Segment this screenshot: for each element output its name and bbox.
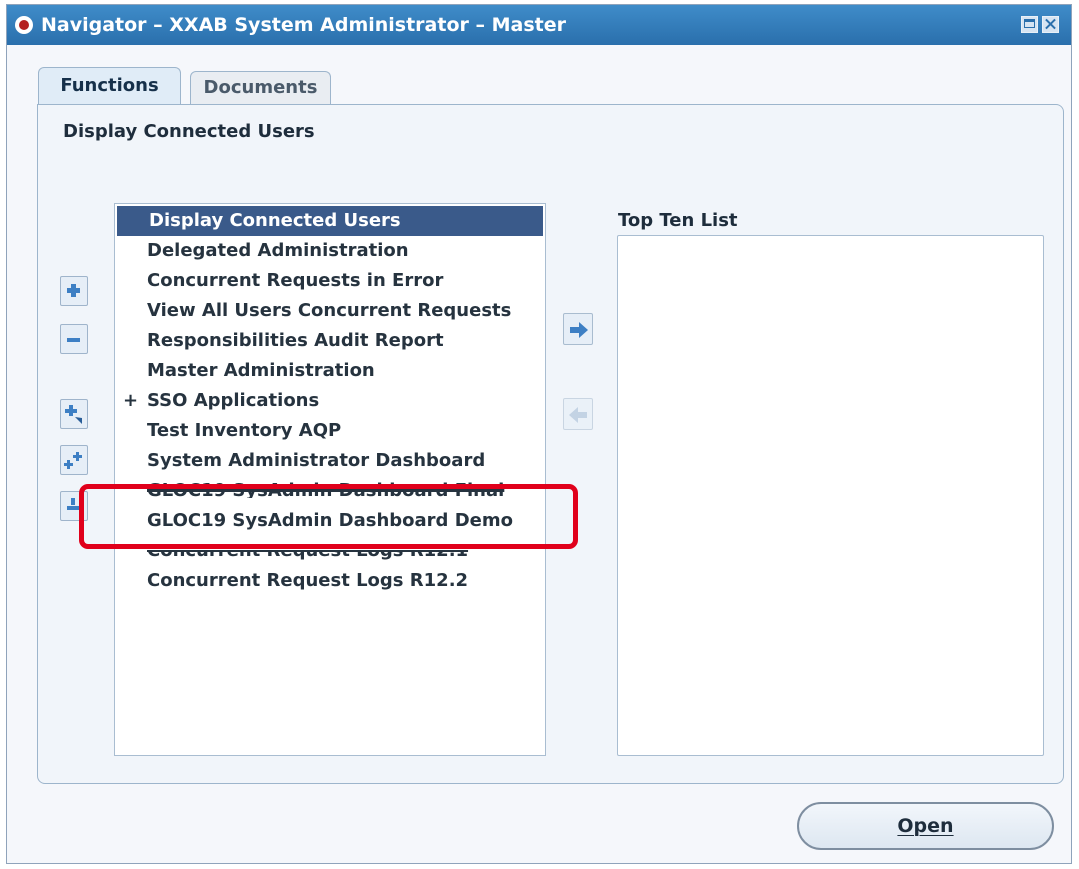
expand-all-button[interactable]: [60, 445, 88, 475]
close-icon[interactable]: [1042, 16, 1059, 33]
expand-branch-icon: [65, 405, 82, 424]
collapse-button[interactable]: [60, 324, 88, 354]
top-ten-label: Top Ten List: [618, 210, 738, 231]
expand-plus-icon: [67, 284, 80, 297]
list-item[interactable]: Concurrent Requests in Error: [115, 266, 545, 296]
functions-panel: Display Connected Users Display Connecte…: [37, 104, 1064, 784]
arrow-right-icon: [570, 322, 588, 338]
tab-documents[interactable]: Documents: [190, 71, 331, 105]
open-button[interactable]: Open: [797, 802, 1054, 850]
expander-plus-icon[interactable]: +: [123, 386, 138, 415]
open-label: Open: [897, 815, 954, 837]
functions-list[interactable]: Display Connected Users Delegated Admini…: [114, 203, 546, 756]
list-item[interactable]: View All Users Concurrent Requests: [115, 296, 545, 326]
add-to-top-ten-button[interactable]: [563, 313, 593, 345]
panel-title: Display Connected Users: [63, 121, 315, 142]
expand-button[interactable]: [60, 276, 88, 306]
remove-from-top-ten-button[interactable]: [563, 398, 593, 430]
list-item[interactable]: Delegated Administration: [115, 236, 545, 266]
navigator-window: Navigator – XXAB System Administrator – …: [6, 4, 1072, 864]
highlight-box: [79, 484, 578, 549]
expand-branch-button[interactable]: [60, 399, 88, 429]
list-item[interactable]: Responsibilities Audit Report: [115, 326, 545, 356]
list-item[interactable]: System Administrator Dashboard: [115, 446, 545, 476]
list-item-sso-applications[interactable]: + SSO Applications: [115, 386, 545, 416]
title-bar[interactable]: Navigator – XXAB System Administrator – …: [7, 5, 1071, 45]
list-item[interactable]: Test Inventory AQP: [115, 416, 545, 446]
collapse-minus-icon: [67, 338, 80, 342]
list-item-label: SSO Applications: [147, 390, 320, 411]
window-title: Navigator – XXAB System Administrator – …: [41, 14, 566, 36]
maximize-icon[interactable]: [1021, 16, 1038, 33]
expand-all-icon: [64, 452, 82, 469]
list-item[interactable]: Concurrent Request Logs R12.2: [115, 566, 545, 596]
top-ten-list[interactable]: [617, 235, 1044, 756]
list-item[interactable]: Display Connected Users: [117, 206, 543, 236]
arrow-left-icon: [569, 407, 587, 423]
list-item[interactable]: Master Administration: [115, 356, 545, 386]
oracle-app-icon: [15, 16, 33, 34]
tab-functions[interactable]: Functions: [38, 67, 181, 105]
